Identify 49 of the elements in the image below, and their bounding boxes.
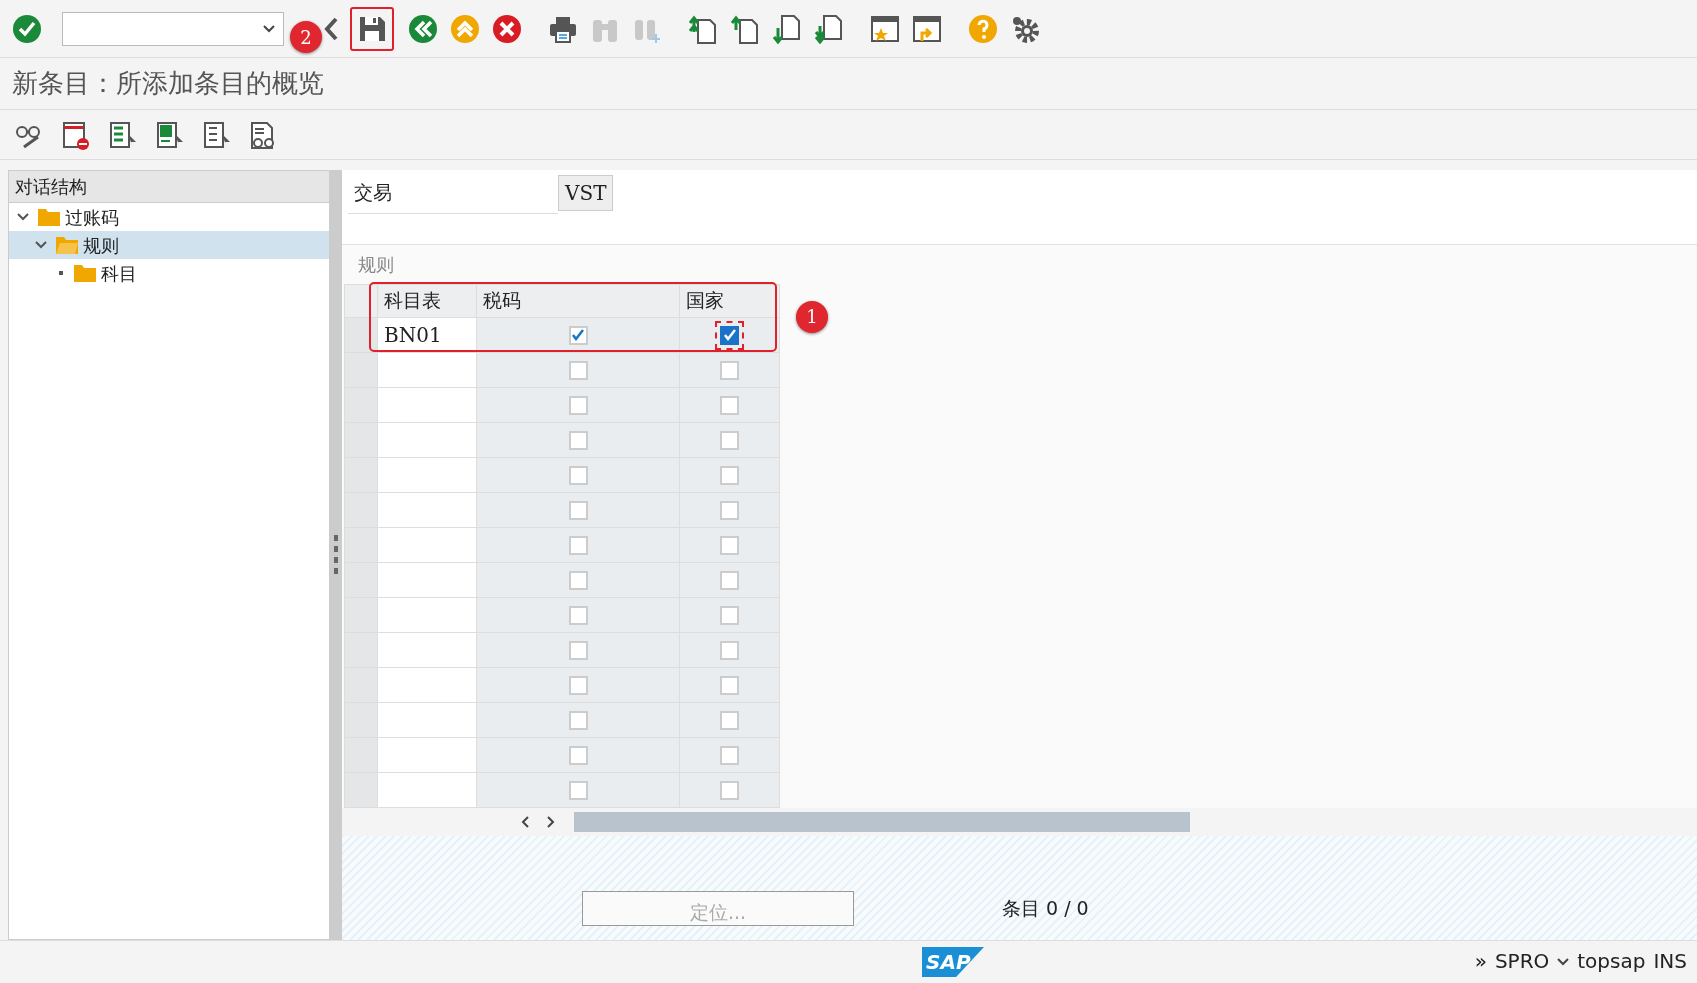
table-cell[interactable]	[377, 562, 477, 597]
table-cell[interactable]	[377, 422, 477, 457]
table-cell[interactable]	[377, 772, 477, 807]
chevron-icon[interactable]	[324, 16, 340, 41]
server-name: topsap	[1577, 947, 1646, 975]
tree-label: 过账码	[65, 205, 119, 230]
table-cell[interactable]	[377, 492, 477, 527]
page-title: 新条目：所添加条目的概览	[0, 58, 1697, 110]
annotation-marker: 1	[796, 300, 828, 333]
expand-status-button[interactable]: »	[1474, 945, 1487, 976]
tree-item[interactable]: 规则	[9, 231, 329, 259]
folder-icon	[55, 235, 79, 255]
scroll-left-icon[interactable]	[520, 814, 530, 829]
table-cell[interactable]	[377, 667, 477, 702]
scroll-right-icon[interactable]	[546, 814, 556, 829]
dropdown-icon[interactable]	[1557, 958, 1570, 966]
splitter-handle[interactable]	[334, 535, 338, 575]
column-header: 税码	[476, 284, 680, 317]
bullet-icon	[59, 271, 63, 275]
tree-label: 规则	[83, 233, 119, 258]
table-cell[interactable]	[377, 597, 477, 632]
scrollbar-thumb[interactable]	[574, 811, 1190, 832]
table-cell[interactable]	[377, 737, 477, 772]
field-value: VST	[558, 174, 614, 211]
dropdown-icon[interactable]	[263, 24, 275, 33]
folder-icon	[73, 263, 97, 283]
command-field[interactable]	[62, 11, 284, 46]
tree-label: 科目	[101, 261, 137, 286]
table-cell[interactable]	[377, 632, 477, 667]
table-cell[interactable]	[377, 702, 477, 737]
tree-header: 对话结构	[9, 171, 329, 203]
column-header: 科目表	[377, 284, 477, 317]
folder-icon	[37, 207, 61, 227]
table-cell[interactable]	[377, 457, 477, 492]
collapse-icon[interactable]	[35, 240, 47, 250]
table-cell[interactable]	[377, 387, 477, 422]
entries-count: 条目 0 / 0	[1002, 895, 1089, 921]
tree-item[interactable]: 过账码	[9, 203, 329, 231]
row-selector-header[interactable]	[344, 284, 378, 317]
annotation-marker: 2	[290, 21, 322, 53]
input-mode: INS	[1653, 947, 1687, 975]
table-cell[interactable]	[377, 352, 477, 387]
table-cell[interactable]	[377, 527, 477, 562]
column-header: 国家	[679, 284, 780, 317]
transaction-code: SPRO	[1494, 947, 1550, 975]
collapse-icon[interactable]	[17, 212, 29, 222]
tree-item[interactable]: 科目	[9, 259, 329, 287]
sap-logo: SAP	[922, 947, 984, 977]
section-title: 规则	[357, 252, 395, 277]
